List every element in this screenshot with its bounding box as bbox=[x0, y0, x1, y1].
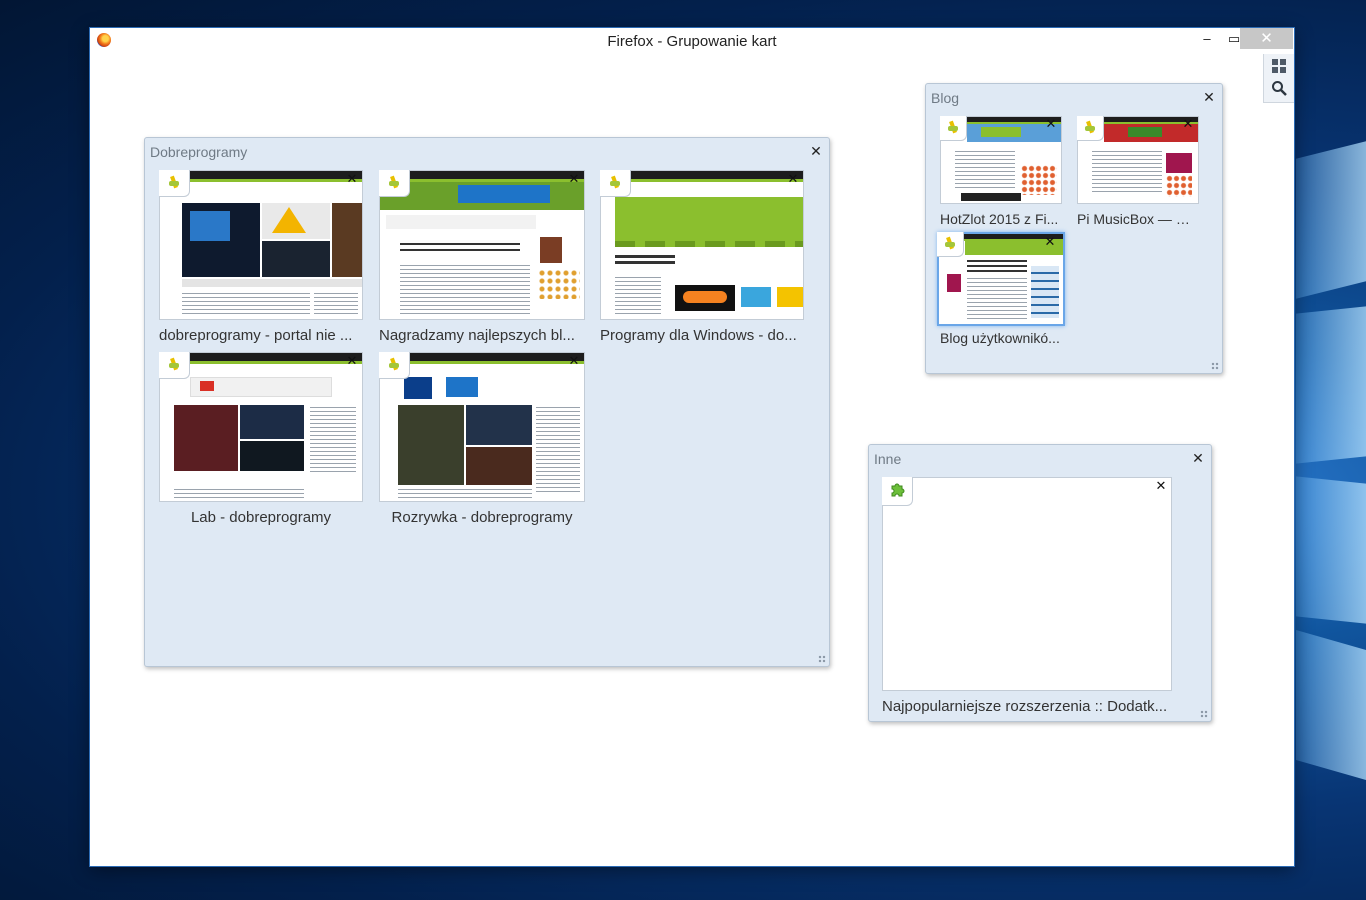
group-title[interactable]: Blog bbox=[931, 90, 959, 106]
tab-close-button[interactable]: ✕ bbox=[1154, 479, 1168, 493]
minimize-button[interactable]: ‒ bbox=[1192, 28, 1222, 49]
dobreprogramy-icon bbox=[388, 357, 400, 371]
tab-item[interactable]: ✕ Nagradzamy najlepszych bl... bbox=[379, 170, 585, 350]
dobreprogramy-icon bbox=[1084, 120, 1096, 134]
tab-title: Pi MusicBox — m... bbox=[1077, 211, 1199, 227]
tab-group-dobreprogramy[interactable]: Dobreprogramy ✕ ✕ dobreprogramy - portal… bbox=[144, 137, 830, 667]
tab-title: HotZlot 2015 z Fi... bbox=[940, 211, 1059, 227]
tab-close-button[interactable]: ✕ bbox=[1043, 235, 1057, 249]
tab-favicon-area bbox=[159, 170, 190, 197]
tab-title: Blog użytkownikó... bbox=[940, 330, 1060, 346]
tab-group-blog[interactable]: Blog ✕ ✕ HotZlot 2015 z Fi... ✕ Pi Music… bbox=[925, 83, 1223, 374]
tab-item[interactable]: ✕ HotZlot 2015 z Fi... bbox=[940, 116, 1062, 228]
dobreprogramy-icon bbox=[944, 236, 956, 250]
tab-favicon-area bbox=[159, 352, 190, 379]
tab-favicon-area bbox=[600, 170, 631, 197]
group-resize-handle[interactable] bbox=[1200, 710, 1208, 718]
tab-favicon-area bbox=[1077, 116, 1104, 141]
tab-close-button[interactable]: ✕ bbox=[786, 172, 800, 186]
tab-close-button[interactable]: ✕ bbox=[345, 172, 359, 186]
search-icon[interactable] bbox=[1271, 80, 1287, 96]
dobreprogramy-icon bbox=[947, 120, 959, 134]
firefox-window: Firefox - Grupowanie kart ‒ ▭ ✕ Dobrepro… bbox=[90, 28, 1294, 866]
wallpaper-light bbox=[1296, 141, 1366, 299]
tab-close-button[interactable]: ✕ bbox=[567, 172, 581, 186]
tab-title: Rozrywka - dobreprogramy bbox=[391, 509, 573, 526]
tab-title: Lab - dobreprogramy bbox=[190, 509, 332, 526]
tab-favicon-area bbox=[379, 170, 410, 197]
tab-thumbnail[interactable] bbox=[379, 170, 585, 320]
panorama-toolbar bbox=[1263, 54, 1294, 103]
tab-item[interactable]: ✕ Pi MusicBox — m... bbox=[1077, 116, 1199, 228]
group-resize-handle[interactable] bbox=[818, 655, 826, 663]
close-window-button[interactable]: ✕ bbox=[1240, 28, 1293, 49]
dobreprogramy-icon bbox=[168, 357, 180, 371]
tab-favicon-area bbox=[379, 352, 410, 379]
tab-item-selected[interactable]: ✕ Blog użytkownikó... bbox=[937, 232, 1065, 348]
group-title[interactable]: Dobreprogramy bbox=[150, 144, 247, 160]
tab-item[interactable]: ✕ Programy dla Windows - do... bbox=[600, 170, 804, 350]
group-close-button[interactable]: ✕ bbox=[1191, 451, 1205, 465]
tab-title: Nagradzamy najlepszych bl... bbox=[379, 327, 575, 344]
tab-favicon-area bbox=[937, 232, 964, 257]
tab-thumbnail[interactable] bbox=[379, 352, 585, 502]
dobreprogramy-icon bbox=[388, 175, 400, 189]
dobreprogramy-icon bbox=[609, 175, 621, 189]
tab-item[interactable]: ✕ Rozrywka - dobreprogramy bbox=[379, 352, 585, 532]
tab-favicon-area bbox=[882, 477, 913, 506]
group-close-button[interactable]: ✕ bbox=[1202, 90, 1216, 104]
wallpaper-light bbox=[1296, 629, 1366, 781]
tab-close-button[interactable]: ✕ bbox=[1181, 117, 1195, 131]
tab-close-button[interactable]: ✕ bbox=[1044, 117, 1058, 131]
window-title: Firefox - Grupowanie kart bbox=[607, 33, 777, 50]
tab-title: Najpopularniejsze rozszerzenia :: Dodatk… bbox=[882, 698, 1168, 715]
title-bar[interactable]: Firefox - Grupowanie kart ‒ ▭ ✕ bbox=[90, 28, 1294, 54]
group-resize-handle[interactable] bbox=[1211, 362, 1219, 370]
group-close-button[interactable]: ✕ bbox=[809, 144, 823, 158]
dobreprogramy-icon bbox=[168, 175, 180, 189]
tab-item[interactable]: ✕ Lab - dobreprogramy bbox=[159, 352, 363, 532]
tab-group-inne[interactable]: Inne ✕ ✕ Najpopularniejsze rozszerzenia … bbox=[868, 444, 1212, 722]
group-title[interactable]: Inne bbox=[874, 451, 901, 467]
tab-groups-icon[interactable] bbox=[1271, 58, 1287, 74]
tab-thumbnail[interactable] bbox=[882, 477, 1172, 691]
tab-close-button[interactable]: ✕ bbox=[345, 354, 359, 368]
tab-title: Programy dla Windows - do... bbox=[600, 327, 797, 344]
wallpaper-light bbox=[1296, 306, 1366, 464]
tab-item[interactable]: ✕ Najpopularniejsze rozszerzenia :: Doda… bbox=[882, 477, 1176, 717]
wallpaper-light bbox=[1296, 476, 1366, 624]
tab-item[interactable]: ✕ dobreprogramy - portal nie ... bbox=[159, 170, 363, 350]
tab-favicon-area bbox=[940, 116, 967, 141]
tab-title: dobreprogramy - portal nie ... bbox=[159, 327, 353, 344]
puzzle-icon bbox=[891, 483, 905, 497]
tab-close-button[interactable]: ✕ bbox=[567, 354, 581, 368]
